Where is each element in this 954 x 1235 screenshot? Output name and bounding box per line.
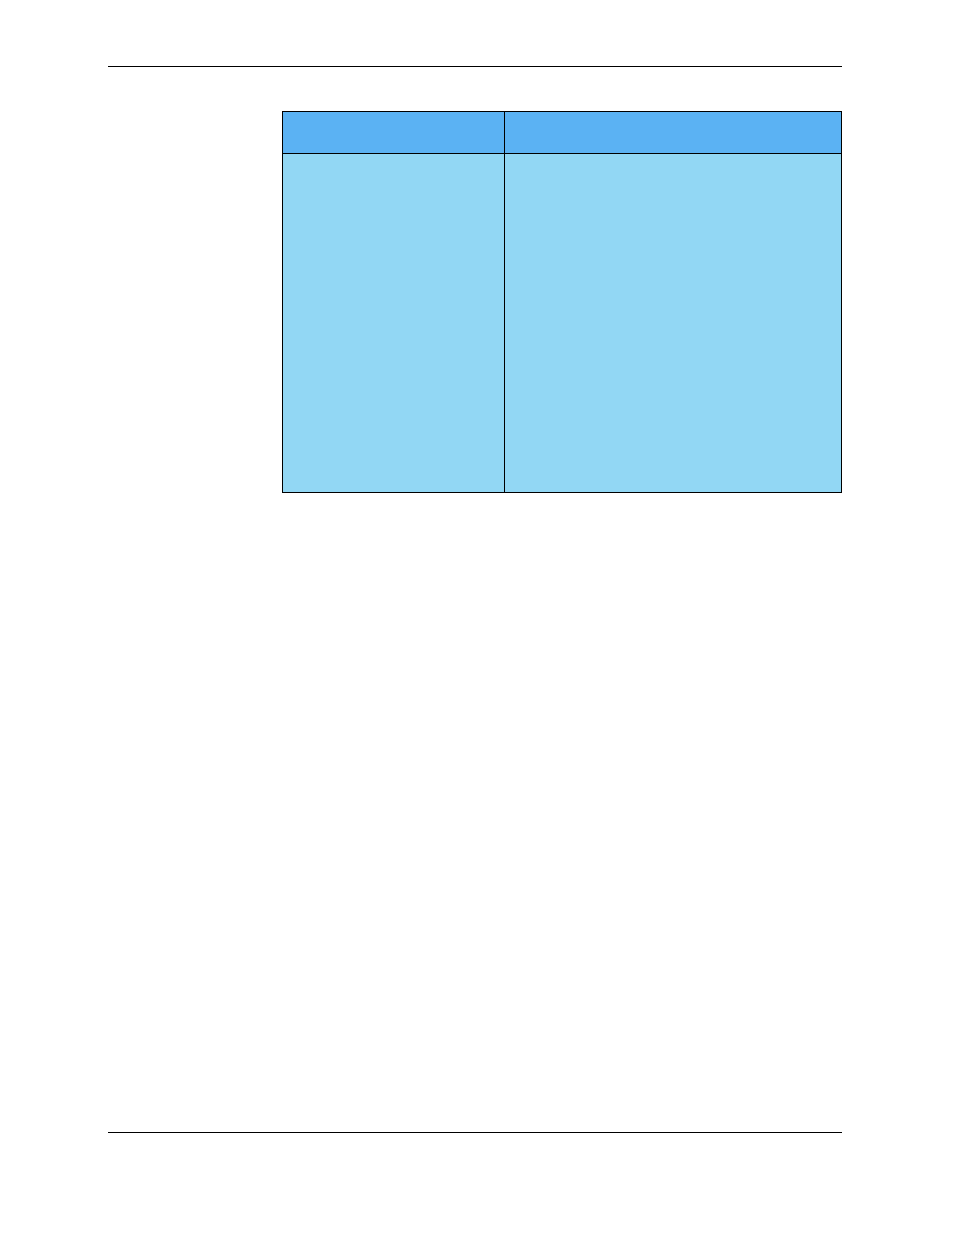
table-header-row (283, 112, 842, 154)
content-table (282, 111, 842, 493)
table-row (283, 154, 842, 493)
header-horizontal-rule (108, 66, 842, 67)
footer-horizontal-rule (108, 1132, 842, 1133)
table-cell-2 (505, 154, 842, 493)
table-header-cell-2 (505, 112, 842, 154)
table-header-cell-1 (283, 112, 505, 154)
table-cell-1 (283, 154, 505, 493)
